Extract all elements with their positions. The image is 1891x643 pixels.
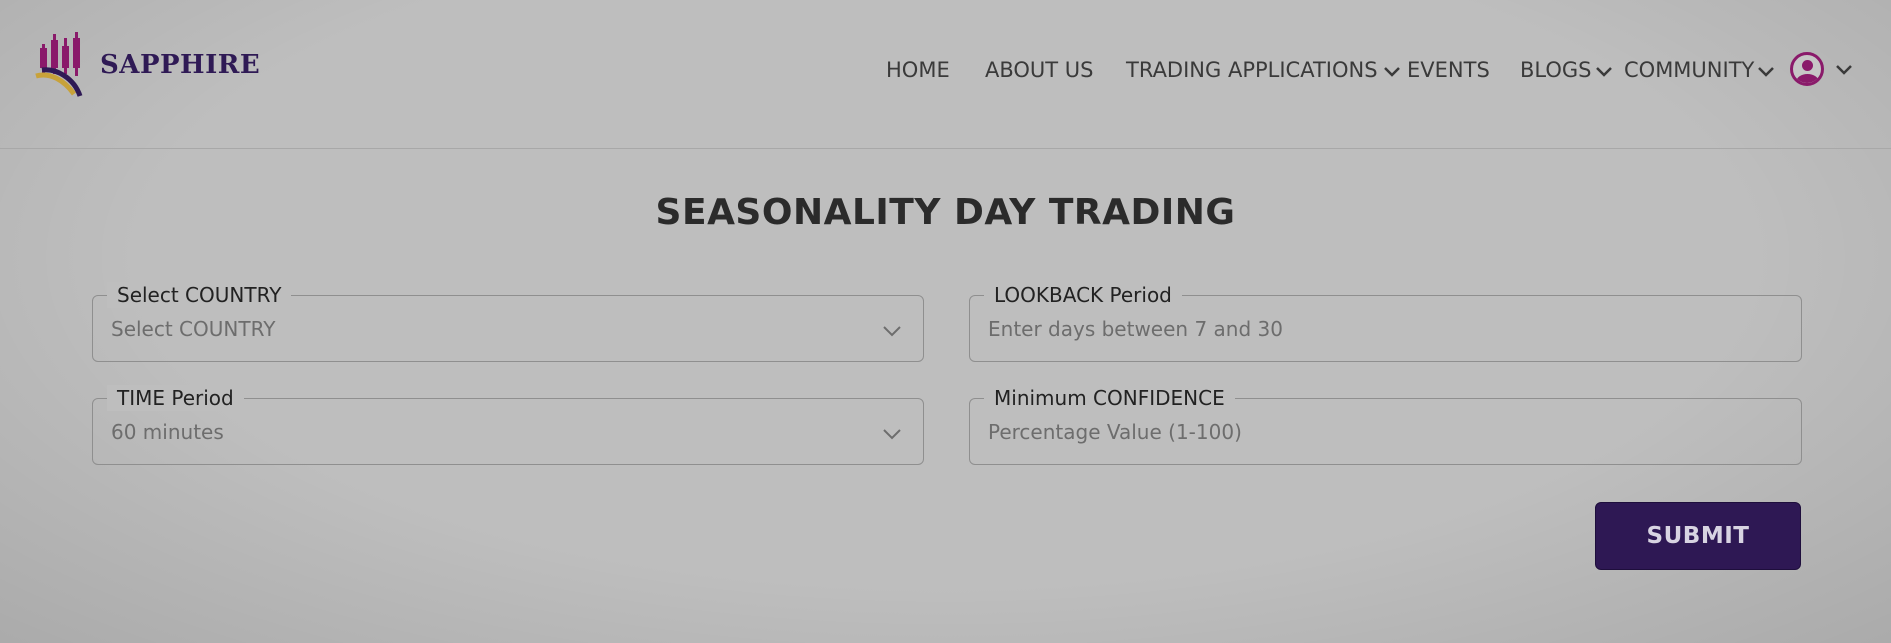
nav-trading-label: TRADING APPLICATIONS [1126, 58, 1378, 82]
lookback-label: LOOKBACK Period [984, 282, 1182, 308]
country-select[interactable]: Select COUNTRY Select COUNTRY [92, 282, 924, 362]
nav-about-us[interactable]: ABOUT US [985, 58, 1094, 82]
country-label: Select COUNTRY [107, 282, 292, 308]
nav-trading-applications[interactable]: TRADING APPLICATIONS [1126, 58, 1400, 82]
confidence-label: Minimum CONFIDENCE [984, 385, 1235, 411]
time-period-value: 60 minutes [111, 420, 224, 444]
nav-blogs-label: BLOGS [1520, 58, 1592, 82]
nav-events-label: EVENTS [1407, 58, 1490, 82]
time-period-select[interactable]: TIME Period 60 minutes [92, 385, 924, 465]
chevron-down-icon [1595, 58, 1612, 82]
confidence-field: Minimum CONFIDENCE [969, 385, 1802, 465]
user-avatar-icon [1790, 52, 1824, 86]
chevron-down-icon [1836, 60, 1852, 79]
main-nav: HOME ABOUT US TRADING APPLICATIONS EVENT… [0, 58, 1891, 92]
lookback-field: LOOKBACK Period [969, 282, 1802, 362]
nav-community[interactable]: COMMUNITY [1624, 58, 1775, 82]
chevron-down-icon [883, 425, 901, 444]
nav-home[interactable]: HOME [886, 58, 950, 82]
nav-community-label: COMMUNITY [1624, 58, 1755, 82]
country-select-value: Select COUNTRY [111, 317, 276, 341]
top-header: SAPPHIRE HOME ABOUT US TRADING APPLICATI… [0, 0, 1891, 149]
nav-events[interactable]: EVENTS [1407, 58, 1490, 82]
nav-home-label: HOME [886, 58, 950, 82]
lookback-input[interactable] [988, 312, 1768, 346]
nav-blogs[interactable]: BLOGS [1520, 58, 1612, 82]
chevron-down-icon [1383, 58, 1400, 82]
confidence-input[interactable] [988, 415, 1768, 449]
chevron-down-icon [883, 322, 901, 341]
chevron-down-icon [1758, 58, 1775, 82]
user-menu[interactable] [1790, 52, 1852, 86]
nav-about-label: ABOUT US [985, 58, 1094, 82]
time-period-label: TIME Period [107, 385, 244, 411]
page-title: SEASONALITY DAY TRADING [655, 192, 1236, 233]
submit-button[interactable]: SUBMIT [1595, 502, 1801, 570]
